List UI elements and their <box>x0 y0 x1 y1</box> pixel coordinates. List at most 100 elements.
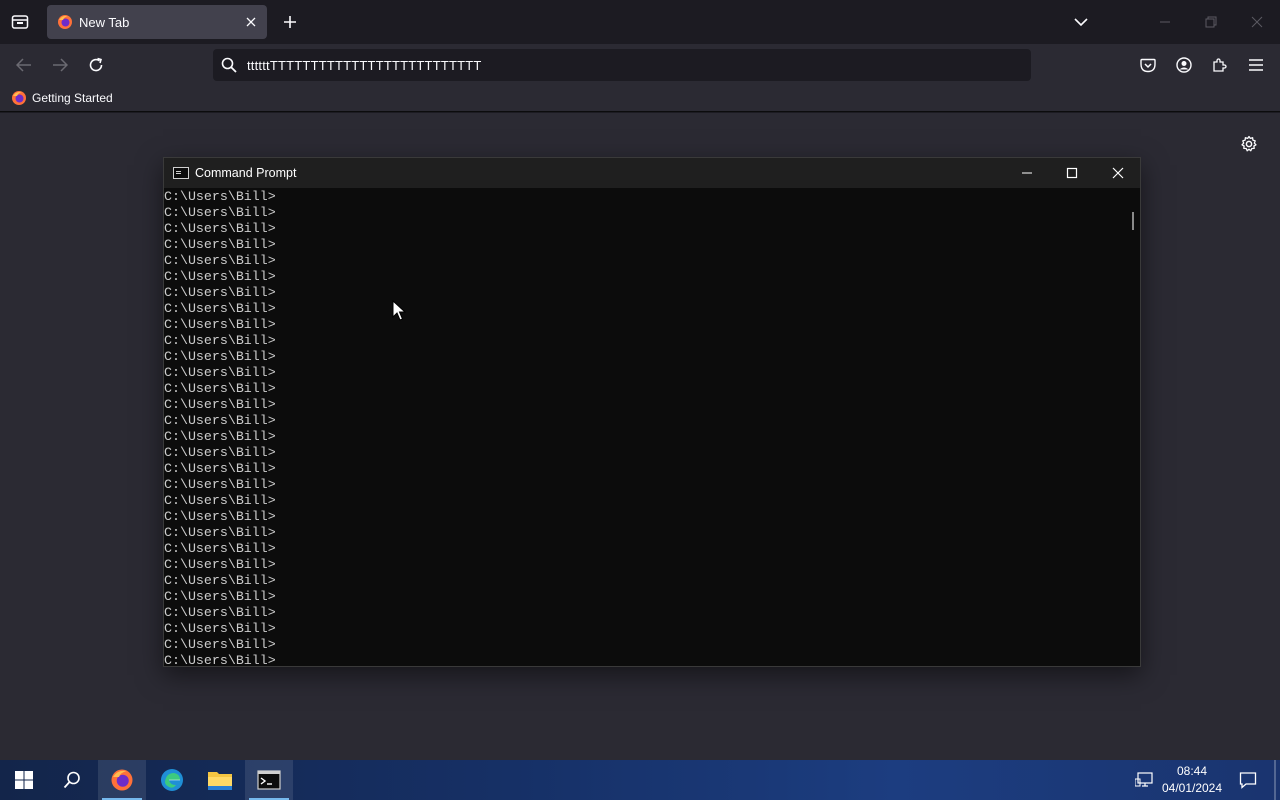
taskbar-edge[interactable] <box>148 760 196 800</box>
show-desktop-button[interactable] <box>1274 760 1276 800</box>
cmd-prompt-line: C:\Users\Bill> <box>164 573 276 588</box>
cmd-prompt-line: C:\Users\Bill> <box>164 365 276 380</box>
bookmark-label: Getting Started <box>32 91 113 105</box>
cmd-prompt-line: C:\Users\Bill> <box>164 541 276 556</box>
close-icon <box>1112 167 1124 179</box>
list-all-tabs-button[interactable] <box>1071 12 1091 32</box>
command-prompt-window[interactable]: Command Prompt C:\Users\Bill> C:\Users\Bi… <box>163 157 1141 667</box>
gear-icon <box>1241 135 1257 152</box>
network-tray-button[interactable] <box>1134 770 1154 790</box>
cmd-close-button[interactable] <box>1095 158 1141 188</box>
cmd-minimize-button[interactable] <box>1004 158 1050 188</box>
reload-button[interactable] <box>85 54 107 76</box>
cmd-prompt-line: C:\Users\Bill> <box>164 285 276 300</box>
network-icon <box>1135 772 1153 787</box>
search-icon <box>221 57 237 73</box>
cmd-prompt-line: C:\Users\Bill> <box>164 557 276 572</box>
taskbar-firefox[interactable] <box>98 760 146 800</box>
command-prompt-icon <box>173 167 189 179</box>
cmd-prompt-line: C:\Users\Bill> <box>164 621 276 636</box>
cmd-prompt-line: C:\Users\Bill> <box>164 381 276 396</box>
cmd-prompt-line: C:\Users\Bill> <box>164 301 276 316</box>
cmd-prompt-line: C:\Users\Bill> <box>164 493 276 508</box>
cmd-prompt-line: C:\Users\Bill> <box>164 269 276 284</box>
minimize-icon <box>1160 21 1170 23</box>
browser-minimize-button[interactable] <box>1155 12 1175 32</box>
browser-restore-button[interactable] <box>1201 12 1221 32</box>
cmd-prompt-line: C:\Users\Bill> <box>164 397 276 412</box>
cmd-prompt-line: C:\Users\Bill> <box>164 429 276 444</box>
extensions-button[interactable] <box>1209 54 1231 76</box>
hamburger-menu-icon <box>1249 59 1263 71</box>
pocket-button[interactable] <box>1137 54 1159 76</box>
mouse-cursor-icon <box>392 300 406 321</box>
firefox-view-button[interactable] <box>8 10 32 34</box>
tab-title: New Tab <box>79 14 130 30</box>
cmd-prompt-line: C:\Users\Bill> <box>164 221 276 236</box>
cmd-maximize-button[interactable] <box>1049 158 1095 188</box>
app-menu-button[interactable] <box>1245 54 1267 76</box>
windows-logo-icon <box>15 771 33 789</box>
chevron-down-icon <box>1074 18 1088 27</box>
cmd-prompt-line: C:\Users\Bill> <box>164 445 276 460</box>
firefox-icon <box>111 769 133 791</box>
cmd-prompt-line: C:\Users\Bill> <box>164 205 276 220</box>
cmd-prompt-line: C:\Users\Bill> <box>164 605 276 620</box>
cmd-prompt-line: C:\Users\Bill> <box>164 189 276 204</box>
cmd-prompt-line: C:\Users\Bill> <box>164 461 276 476</box>
maximize-icon <box>1066 167 1078 179</box>
firefox-view-icon <box>11 15 29 29</box>
url-input-text[interactable]: ttttttTTTTTTTTTTTTTTTTTTTTTTTTTT <box>247 58 482 73</box>
bookmark-getting-started[interactable]: Getting Started <box>11 90 113 106</box>
taskbar-command-prompt[interactable] <box>245 760 293 800</box>
bookmarks-toolbar: Getting Started <box>0 86 1280 112</box>
cmd-scrollbar[interactable] <box>1126 188 1140 666</box>
cmd-prompt-line: C:\Users\Bill> <box>164 653 276 666</box>
forward-button[interactable] <box>49 54 71 76</box>
taskbar: 08:44 04/01/2024 <box>0 760 1280 800</box>
cmd-prompt-line: C:\Users\Bill> <box>164 317 276 332</box>
cmd-prompt-line: C:\Users\Bill> <box>164 525 276 540</box>
pocket-icon <box>1140 58 1156 72</box>
new-tab-settings-button[interactable] <box>1238 133 1260 155</box>
cmd-prompt-line: C:\Users\Bill> <box>164 477 276 492</box>
file-explorer-icon <box>208 772 232 790</box>
start-button[interactable] <box>0 760 48 800</box>
taskbar-clock[interactable]: 08:44 04/01/2024 <box>1158 763 1226 797</box>
tab-new-tab[interactable]: New Tab <box>47 5 267 39</box>
taskbar-search-button[interactable] <box>48 760 96 800</box>
restore-icon <box>1205 16 1217 28</box>
cmd-window-title: Command Prompt <box>195 166 297 180</box>
firefox-logo-icon <box>12 91 26 105</box>
account-button[interactable] <box>1173 54 1195 76</box>
account-icon <box>1176 57 1192 73</box>
reload-icon <box>89 57 103 72</box>
arrow-left-icon <box>16 58 31 72</box>
cmd-prompt-line: C:\Users\Bill> <box>164 253 276 268</box>
cmd-prompt-line: C:\Users\Bill> <box>164 509 276 524</box>
edge-icon <box>161 769 183 791</box>
clock-date: 04/01/2024 <box>1161 781 1223 795</box>
cmd-prompt-line: C:\Users\Bill> <box>164 413 276 428</box>
cmd-prompt-line: C:\Users\Bill> <box>164 349 276 364</box>
tab-close-button[interactable] <box>243 14 259 30</box>
cmd-scrollbar-thumb[interactable] <box>1132 212 1134 230</box>
close-icon <box>1251 16 1263 28</box>
puzzle-icon <box>1213 58 1227 72</box>
url-bar[interactable]: ttttttTTTTTTTTTTTTTTTTTTTTTTTTTT <box>213 49 1031 81</box>
command-prompt-icon <box>257 770 281 790</box>
cmd-prompt-line: C:\Users\Bill> <box>164 333 276 348</box>
navigation-toolbar: ttttttTTTTTTTTTTTTTTTTTTTTTTTTTT <box>0 44 1280 86</box>
minimize-icon <box>1022 172 1032 174</box>
action-center-button[interactable] <box>1237 769 1259 791</box>
close-icon <box>246 17 256 27</box>
browser-close-button[interactable] <box>1247 12 1267 32</box>
cmd-prompt-line: C:\Users\Bill> <box>164 637 276 652</box>
new-tab-button[interactable] <box>279 11 301 33</box>
cmd-prompt-line: C:\Users\Bill> <box>164 589 276 604</box>
cmd-title-bar[interactable]: Command Prompt <box>164 158 1140 188</box>
taskbar-file-explorer[interactable] <box>196 760 244 800</box>
cmd-output[interactable]: C:\Users\Bill> C:\Users\Bill> C:\Users\Bil… <box>164 188 1124 666</box>
back-button[interactable] <box>13 54 35 76</box>
clock-time: 08:44 <box>1176 764 1208 778</box>
